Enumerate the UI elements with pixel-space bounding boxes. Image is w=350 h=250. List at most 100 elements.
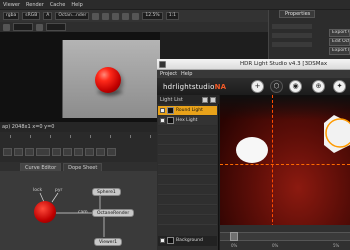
prev-frame-button[interactable] (25, 148, 34, 156)
tab-curve-editor[interactable]: Curve Editor (20, 163, 62, 171)
timeline-slider-track[interactable] (220, 232, 350, 241)
camera-node-icon[interactable] (34, 201, 56, 223)
octane-render-node[interactable]: OctaneRender (92, 209, 135, 217)
light-list-empty-row (158, 126, 217, 135)
duplicate-light-icon[interactable] (202, 97, 208, 103)
timeline-tick (30, 135, 31, 138)
timeline-tick (150, 135, 151, 138)
delete-light-icon[interactable] (210, 97, 216, 103)
light-thumbnail (167, 107, 174, 114)
timeline-label: 0% (272, 243, 279, 248)
menu-help[interactable]: Help (181, 71, 192, 77)
menu-help[interactable]: Help (71, 2, 82, 8)
light-visible-checkbox[interactable] (160, 118, 165, 123)
light-thumbnail (167, 117, 174, 124)
node-label-cam: cam (78, 210, 88, 215)
viewer-tool-icon[interactable] (102, 12, 110, 20)
node-label-lock: lock (33, 188, 43, 193)
hdr-logo-accent: NA (214, 83, 227, 91)
play-button[interactable] (74, 148, 83, 156)
crosshair-icon[interactable]: ⊕ (312, 80, 325, 93)
red-sphere-render (95, 67, 121, 93)
first-frame-button[interactable] (3, 148, 12, 156)
menu-viewer[interactable]: Viewer (3, 2, 20, 8)
viewer-node[interactable]: Viewer1 (94, 238, 123, 246)
menu-cache[interactable]: Cache (50, 2, 66, 8)
light-name: Hex Light (176, 118, 198, 123)
property-row (272, 42, 312, 47)
light-list-empty-row (158, 186, 217, 195)
timeline-slider-handle[interactable] (230, 232, 238, 241)
viewer-tool-icon[interactable] (112, 12, 120, 20)
timeline-tick (10, 135, 11, 138)
viewer-toolbar: rgba sRGB A Octan...nder 12.5% 1:1 (0, 10, 268, 22)
viewer-tool-icon[interactable] (92, 12, 100, 20)
property-row (272, 33, 312, 38)
timeline-label: 0% (231, 243, 238, 248)
light-list-empty-row (158, 136, 217, 145)
timeline-tick (130, 135, 131, 138)
tab-dope-sheet[interactable]: Dope Sheet (63, 163, 103, 171)
next-key-button[interactable] (96, 148, 105, 156)
light-list-empty-row (158, 166, 217, 175)
background-thumbnail (167, 237, 174, 244)
light-list-empty-row (158, 176, 217, 185)
last-frame-button[interactable] (107, 148, 116, 156)
light-list-empty-row (158, 216, 217, 225)
light-visible-checkbox[interactable] (160, 108, 165, 113)
menu-render[interactable]: Render (26, 2, 44, 8)
main-menubar: Viewer Render Cache Help (0, 0, 350, 9)
horizon-guide-line (220, 164, 350, 165)
gamma-icon[interactable] (36, 23, 43, 31)
app-icon (159, 61, 166, 68)
ratio-select[interactable]: 1:1 (165, 12, 179, 20)
play-back-button[interactable] (52, 148, 61, 156)
export-objects-button[interactable]: Export Ob (329, 29, 350, 37)
plus-icon[interactable]: + (251, 80, 264, 93)
colorspace-select[interactable]: sRGB (22, 12, 41, 20)
hdr-window-title: HDR Light Studio v4.3 [3DSMax (240, 61, 328, 67)
export-light-button[interactable]: Export Lig (329, 47, 350, 55)
background-label: Background (176, 238, 203, 243)
property-row (272, 24, 312, 29)
properties-title: Properties (285, 11, 311, 17)
globe-icon[interactable]: ◉ (289, 80, 302, 93)
gain-icon[interactable] (3, 23, 10, 31)
zoom-select[interactable]: 12.5% (142, 12, 163, 20)
light-list-empty-row (158, 146, 217, 155)
hexagon-icon[interactable]: ⬡ (270, 80, 283, 93)
timeline-tick (110, 135, 111, 138)
viewer-tool-icon[interactable] (122, 12, 130, 20)
background-checkbox[interactable] (160, 238, 165, 243)
playback-controls (0, 146, 160, 158)
timeline-tick (90, 135, 91, 138)
hdr-logo: hdrlightstudioNA (163, 83, 226, 91)
center-guide-line (272, 95, 273, 237)
gain-field[interactable] (13, 23, 33, 31)
light-name: Round Light (176, 108, 203, 113)
node-editor-tabs: Curve Editor Dope Sheet (0, 162, 160, 171)
star-icon[interactable]: ✦ (333, 80, 346, 93)
node-select[interactable]: Octan...nder (55, 12, 90, 20)
next-frame-button[interactable] (85, 148, 94, 156)
light-list-title: Light List (160, 97, 183, 103)
node-label-pyr: pyr (55, 188, 63, 193)
viewer-status-text: ap) 2048x1 x=0 y=0 (2, 124, 55, 130)
viewer-secondary-toolbar (0, 22, 268, 32)
hdr-logo-text: hdrlightstudio (163, 83, 215, 91)
timeline-tick (50, 135, 51, 138)
frame-field[interactable] (36, 148, 50, 156)
sphere-node[interactable]: Sphere1 (92, 188, 121, 196)
timeline-label: 5% (333, 243, 340, 248)
gamma-field[interactable] (46, 23, 66, 31)
edit-octane-button[interactable]: Edit Octan (329, 38, 350, 46)
light-list-empty-row (158, 156, 217, 165)
input-select[interactable]: A (43, 12, 53, 20)
light-list-empty-row (158, 206, 217, 215)
viewer-tool-icon[interactable] (132, 12, 140, 20)
stop-button[interactable] (63, 148, 72, 156)
round-light-shape[interactable] (236, 137, 268, 163)
menu-project[interactable]: Project (160, 71, 177, 77)
channels-select[interactable]: rgba (3, 12, 20, 20)
prev-key-button[interactable] (14, 148, 23, 156)
